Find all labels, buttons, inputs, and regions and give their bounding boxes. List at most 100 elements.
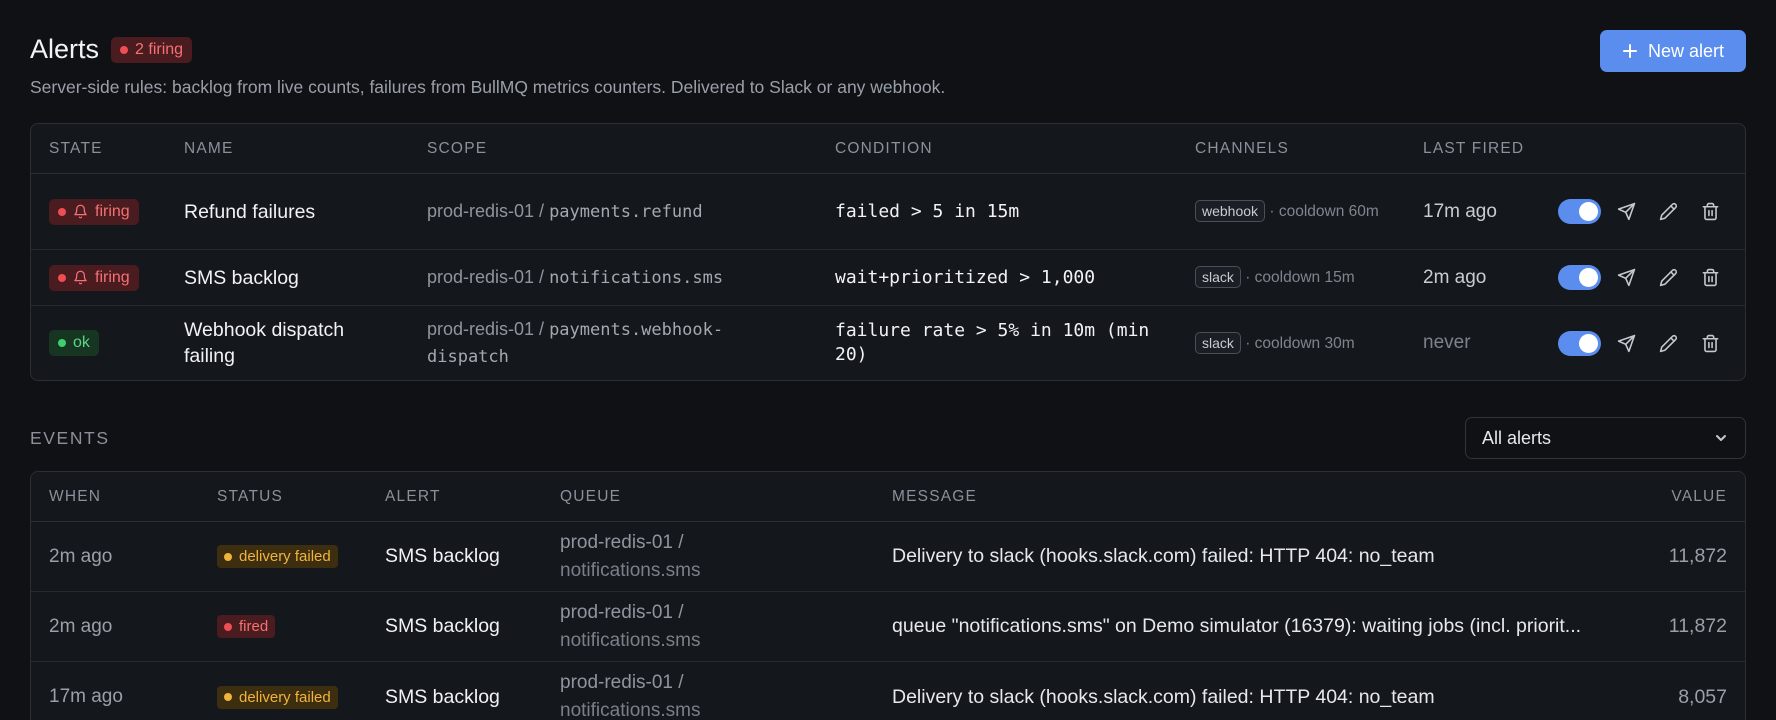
trash-icon <box>1702 334 1718 352</box>
cooldown-label: · cooldown 15m <box>1245 269 1355 286</box>
rule-row[interactable]: firing SMS backlog prod-redis-01 / notif… <box>31 250 1745 306</box>
event-row[interactable]: 17m ago delivery failed SMS backlog prod… <box>31 662 1745 720</box>
rule-row[interactable]: firing Refund failures prod-redis-01 / p… <box>31 174 1745 250</box>
plus-icon <box>1622 44 1637 58</box>
send-test-button[interactable] <box>1615 267 1637 289</box>
event-status-badge: fired <box>217 615 276 638</box>
firing-count-label: 2 firing <box>135 40 184 58</box>
delete-button[interactable] <box>1699 201 1721 223</box>
events-section-title: EVENTS <box>30 428 110 448</box>
pencil-icon <box>1659 334 1677 352</box>
queue-name: notifications.sms <box>560 559 701 581</box>
rule-last-fired: never <box>1423 332 1471 353</box>
toggle-knob <box>1579 268 1598 287</box>
state-label: firing <box>95 268 130 286</box>
col-channels: CHANNELS <box>1195 139 1290 157</box>
col-name: NAME <box>184 139 234 157</box>
col-alert: ALERT <box>385 487 441 505</box>
event-when: 2m ago <box>49 615 113 637</box>
toggle-knob <box>1579 202 1598 221</box>
col-status: STATUS <box>217 487 284 505</box>
enabled-toggle[interactable] <box>1558 330 1601 356</box>
queue-name: notifications.sms <box>560 629 701 651</box>
send-test-button[interactable] <box>1615 201 1637 223</box>
queue-server: prod-redis-01 / <box>560 531 684 553</box>
chevron-down-icon <box>1716 435 1726 441</box>
edit-button[interactable] <box>1657 267 1679 289</box>
delete-button[interactable] <box>1699 267 1721 289</box>
queue-server: prod-redis-01 / <box>560 601 684 623</box>
event-queue: prod-redis-01 / notifications.sms <box>560 529 700 585</box>
event-queue: prod-redis-01 / notifications.sms <box>560 669 700 720</box>
send-test-button[interactable] <box>1615 332 1637 354</box>
event-alert[interactable]: SMS backlog <box>385 615 500 638</box>
firing-count-badge: 2 firing <box>111 36 193 63</box>
status-dot <box>224 552 232 561</box>
col-queue: QUEUE <box>560 487 622 505</box>
rule-name[interactable]: Webhook dispatch failing <box>184 317 384 369</box>
channel-tag: slack <box>1195 266 1241 288</box>
rule-condition: wait+prioritized > 1,000 <box>835 266 1096 288</box>
send-icon <box>1617 334 1635 352</box>
event-message: queue "notifications.sms" on Demo simula… <box>892 615 1582 637</box>
event-status-badge: delivery failed <box>217 545 338 568</box>
alert-filter-select[interactable]: All alerts <box>1465 417 1746 459</box>
rule-channels: slack · cooldown 30m <box>1195 329 1405 358</box>
event-value: 11,872 <box>1668 545 1727 567</box>
channel-tag: slack <box>1195 331 1241 354</box>
pencil-icon <box>1659 203 1677 221</box>
rule-channels: slack · cooldown 15m <box>1195 263 1405 292</box>
event-message: Delivery to slack (hooks.slack.com) fail… <box>892 685 1435 708</box>
rule-name[interactable]: Refund failures <box>184 199 315 225</box>
status-dot <box>224 693 232 701</box>
rule-condition: failed > 5 in 15m <box>835 200 1020 222</box>
queue-name: notifications.sms <box>560 700 701 720</box>
cooldown-label: · cooldown 60m <box>1269 203 1379 220</box>
status-dot <box>224 622 232 631</box>
rule-channels: webhook · cooldown 60m <box>1195 197 1395 226</box>
delete-button[interactable] <box>1699 332 1721 354</box>
status-dot <box>58 207 66 216</box>
rule-last-fired: 2m ago <box>1423 266 1487 288</box>
trash-icon <box>1702 268 1718 287</box>
event-alert[interactable]: SMS backlog <box>385 686 500 709</box>
event-row[interactable]: 2m ago delivery failed SMS backlog prod-… <box>31 522 1745 592</box>
queue-server: prod-redis-01 / <box>560 672 684 693</box>
rule-name[interactable]: SMS backlog <box>184 265 299 291</box>
enabled-toggle[interactable] <box>1558 265 1601 290</box>
new-alert-button[interactable]: New alert <box>1600 30 1746 72</box>
event-alert[interactable]: SMS backlog <box>385 545 500 568</box>
col-condition: CONDITION <box>835 139 933 157</box>
edit-button[interactable] <box>1657 332 1679 354</box>
event-status-label: fired <box>239 618 269 635</box>
event-message: Delivery to slack (hooks.slack.com) fail… <box>892 545 1435 567</box>
bell-icon <box>74 204 87 219</box>
enabled-toggle[interactable] <box>1558 199 1601 224</box>
status-dot <box>58 339 66 347</box>
scope-server: prod-redis-01 / <box>427 319 550 339</box>
events-table-header: WHEN STATUS ALERT QUEUE MESSAGE VALUE <box>31 472 1745 522</box>
rule-scope: prod-redis-01 / payments.refund <box>427 198 703 225</box>
rule-scope: prod-redis-01 / payments.webhook-dispatc… <box>427 316 767 370</box>
edit-button[interactable] <box>1657 201 1679 223</box>
alert-rules-table: STATE NAME SCOPE CONDITION CHANNELS LAST… <box>30 123 1746 381</box>
rule-scope: prod-redis-01 / notifications.sms <box>427 264 723 291</box>
state-label: ok <box>73 334 90 351</box>
state-badge-firing: firing <box>49 264 139 291</box>
state-label: firing <box>95 202 130 220</box>
rule-row[interactable]: ok Webhook dispatch failing prod-redis-0… <box>31 306 1745 380</box>
col-last-fired: LAST FIRED <box>1423 139 1525 157</box>
scope-queue: notifications.sms <box>549 268 724 288</box>
event-status-badge: delivery failed <box>217 685 338 709</box>
send-icon <box>1617 202 1635 221</box>
event-value: 11,872 <box>1668 615 1727 637</box>
events-table: WHEN STATUS ALERT QUEUE MESSAGE VALUE 2m… <box>30 471 1746 720</box>
event-row[interactable]: 2m ago fired SMS backlog prod-redis-01 /… <box>31 592 1745 662</box>
page-header: Alerts 2 firing <box>30 34 1746 74</box>
rules-table-header: STATE NAME SCOPE CONDITION CHANNELS LAST… <box>31 124 1745 174</box>
status-dot <box>120 45 129 54</box>
page-title: Alerts <box>30 34 100 64</box>
rule-condition: failure rate > 5% in 10m (min 20) <box>835 320 1150 365</box>
event-queue: prod-redis-01 / notifications.sms <box>560 599 700 655</box>
state-badge-firing: firing <box>49 198 139 225</box>
